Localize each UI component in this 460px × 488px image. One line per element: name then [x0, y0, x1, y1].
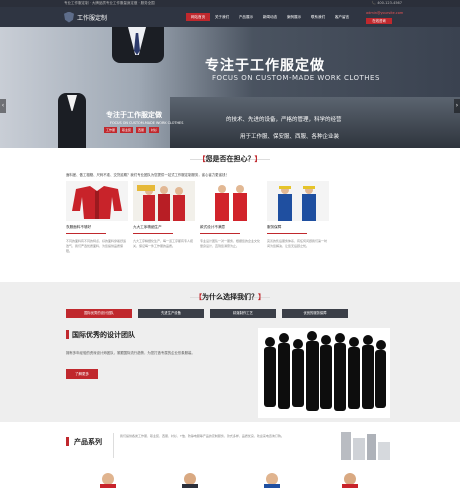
team-title: 国际优秀的设计团队	[72, 331, 135, 339]
doubt-card-text: 九大工序精细化生产，每一道工序都有专人把关，保证每一件工作服的品质。	[133, 239, 194, 248]
why-section-title: 【为什么选择我们？】	[195, 293, 265, 301]
tab-equipment[interactable]: 先进生产设备	[138, 309, 204, 318]
doubt-card[interactable]: 款式设计不满意 专业设计团队一对一服务，根据您的企业文化量身设计，直到您满意为止…	[200, 181, 262, 269]
doubt-card-title: 款式设计不满意	[200, 225, 240, 234]
top-bar: 专业工作服定制 · 大牌品质专业工作服量身定做 · 服务全国 📞 400-123…	[0, 0, 460, 7]
team-description: 拥有多年经验的资深设计师团队，紧跟国际流行趋势，为您打造专属的企业形象服装。	[66, 351, 195, 355]
top-bar-slogan: 专业工作服定制 · 大牌品质专业工作服量身定做 · 服务全国	[64, 1, 155, 5]
hero-banner: 专注于工作服定做 FOCUS ON CUSTOM-MADE WORK CLOTH…	[0, 27, 460, 148]
hero-line-1: 的技术、先进的设备，严格的管理，科学的经营	[226, 117, 342, 123]
hero-small-title: 专注于工作服定做	[106, 111, 162, 119]
hero-line-2: 用于工作服、保安服、西服、各种企业装	[240, 134, 340, 140]
doubt-card-text: 专业设计团队一对一服务，根据您的企业文化量身设计，直到您满意为止。	[200, 239, 261, 248]
card-image-blue-uniforms	[267, 181, 329, 221]
card-image-red-uniforms	[200, 181, 262, 221]
doubt-card-title: 服务保障	[267, 225, 307, 234]
top-bar-phone: 📞 400-123-4567	[371, 1, 402, 5]
card-image-workers	[133, 181, 195, 221]
logo-text: 工作服定制	[77, 14, 108, 22]
shield-logo-icon	[64, 11, 74, 23]
divider	[113, 433, 114, 458]
buildings-image	[335, 428, 395, 460]
carousel-next-icon[interactable]: ›	[454, 99, 460, 113]
products-description: 我们提供各类工作服、职业装、西服、衬衫、T恤、防静电服等产品的定制服务，款式多样…	[120, 434, 284, 438]
doubt-card[interactable]: 衣服面料不够好 不同的面料有不同的特点，好的面料穿着舒适透气，我们严选优质面料，…	[66, 181, 128, 269]
hero-tag: 衬衫	[149, 127, 160, 133]
nav-item-news[interactable]: 新闻动态	[258, 13, 282, 21]
nav-item-about[interactable]: 关于我们	[210, 13, 234, 21]
doubt-cards: 衣服面料不够好 不同的面料有不同的特点，好的面料穿着舒适透气，我们严选优质面料，…	[66, 181, 329, 269]
learn-more-button[interactable]: 了解更多	[66, 369, 98, 379]
hero-subtitle: FOCUS ON CUSTOM-MADE WORK CLOTHES	[212, 74, 380, 82]
tab-service[interactable]: 优良的服务保障	[282, 309, 348, 318]
carousel-prev-icon[interactable]: ‹	[0, 99, 6, 113]
why-tabs: 国际优秀的设计团队 先进生产设备 精湛制作工艺 优良的服务保障	[66, 309, 354, 318]
page: 专业工作服定制 · 大牌品质专业工作服量身定做 · 服务全国 📞 400-123…	[0, 0, 460, 488]
accent-bar	[66, 437, 69, 446]
tab-design-team[interactable]: 国际优秀的设计团队	[66, 309, 132, 318]
hero-title: 专注于工作服定做	[205, 58, 325, 74]
header-email: admin@yoursite.com	[366, 11, 404, 15]
doubt-card-title: 衣服面料不够好	[66, 225, 106, 234]
nav-item-contact[interactable]: 联系我们	[306, 13, 330, 21]
logo[interactable]: 工作服定制	[64, 11, 107, 23]
doubt-card[interactable]: 服务保障 完善的售后服务体系，有任何问题我们第一时间为您解决，让您无后顾之忧。	[267, 181, 329, 269]
hero-tag: 西服	[136, 127, 147, 133]
main-nav: 网站首页 关于我们 产品展示 新闻动态 案例展示 联系我们 客户留言	[186, 13, 354, 21]
hero-small-subtitle: FOCUS ON CUSTOM-MADE WORK CLOTHES	[110, 121, 184, 125]
doubt-intro: 面料差、做工粗糙、尺码不准、交货延期？我们专业团队为您提供一站式工作服定制服务，…	[66, 173, 229, 177]
hero-tag: 工作服	[104, 127, 118, 133]
nav-item-cases[interactable]: 案例展示	[282, 13, 306, 21]
team-silhouette-image	[258, 328, 390, 418]
doubt-card-title: 九大工序精细生产	[133, 225, 173, 234]
consult-button[interactable]: 在线咨询	[366, 18, 392, 24]
doubt-card-text: 完善的售后服务体系，有任何问题我们第一时间为您解决，让您无后顾之忧。	[267, 239, 328, 248]
card-image-red-jacket	[66, 181, 128, 221]
tab-craft[interactable]: 精湛制作工艺	[210, 309, 276, 318]
doubt-section-title: 【您是否在担心？】	[198, 155, 262, 163]
doubt-card-text: 不同的面料有不同的特点，好的面料穿着舒适透气，我们严选优质面料，为您提供品质保障…	[66, 239, 127, 253]
nav-item-products[interactable]: 产品展示	[234, 13, 258, 21]
nav-item-home[interactable]: 网站首页	[186, 13, 210, 21]
site-header: 工作服定制 网站首页 关于我们 产品展示 新闻动态 案例展示 联系我们 客户留言…	[0, 7, 460, 27]
hero-tags: 工作服 职业装 西服 衬衫	[104, 127, 160, 133]
products-title: 产品系列	[74, 438, 102, 446]
hero-tag: 职业装	[120, 127, 134, 133]
product-thumbnails	[100, 473, 358, 488]
doubt-card[interactable]: 九大工序精细生产 九大工序精细化生产，每一道工序都有专人把关，保证每一件工作服的…	[133, 181, 195, 269]
accent-bar	[66, 330, 69, 339]
nav-item-message[interactable]: 客户留言	[330, 13, 354, 21]
